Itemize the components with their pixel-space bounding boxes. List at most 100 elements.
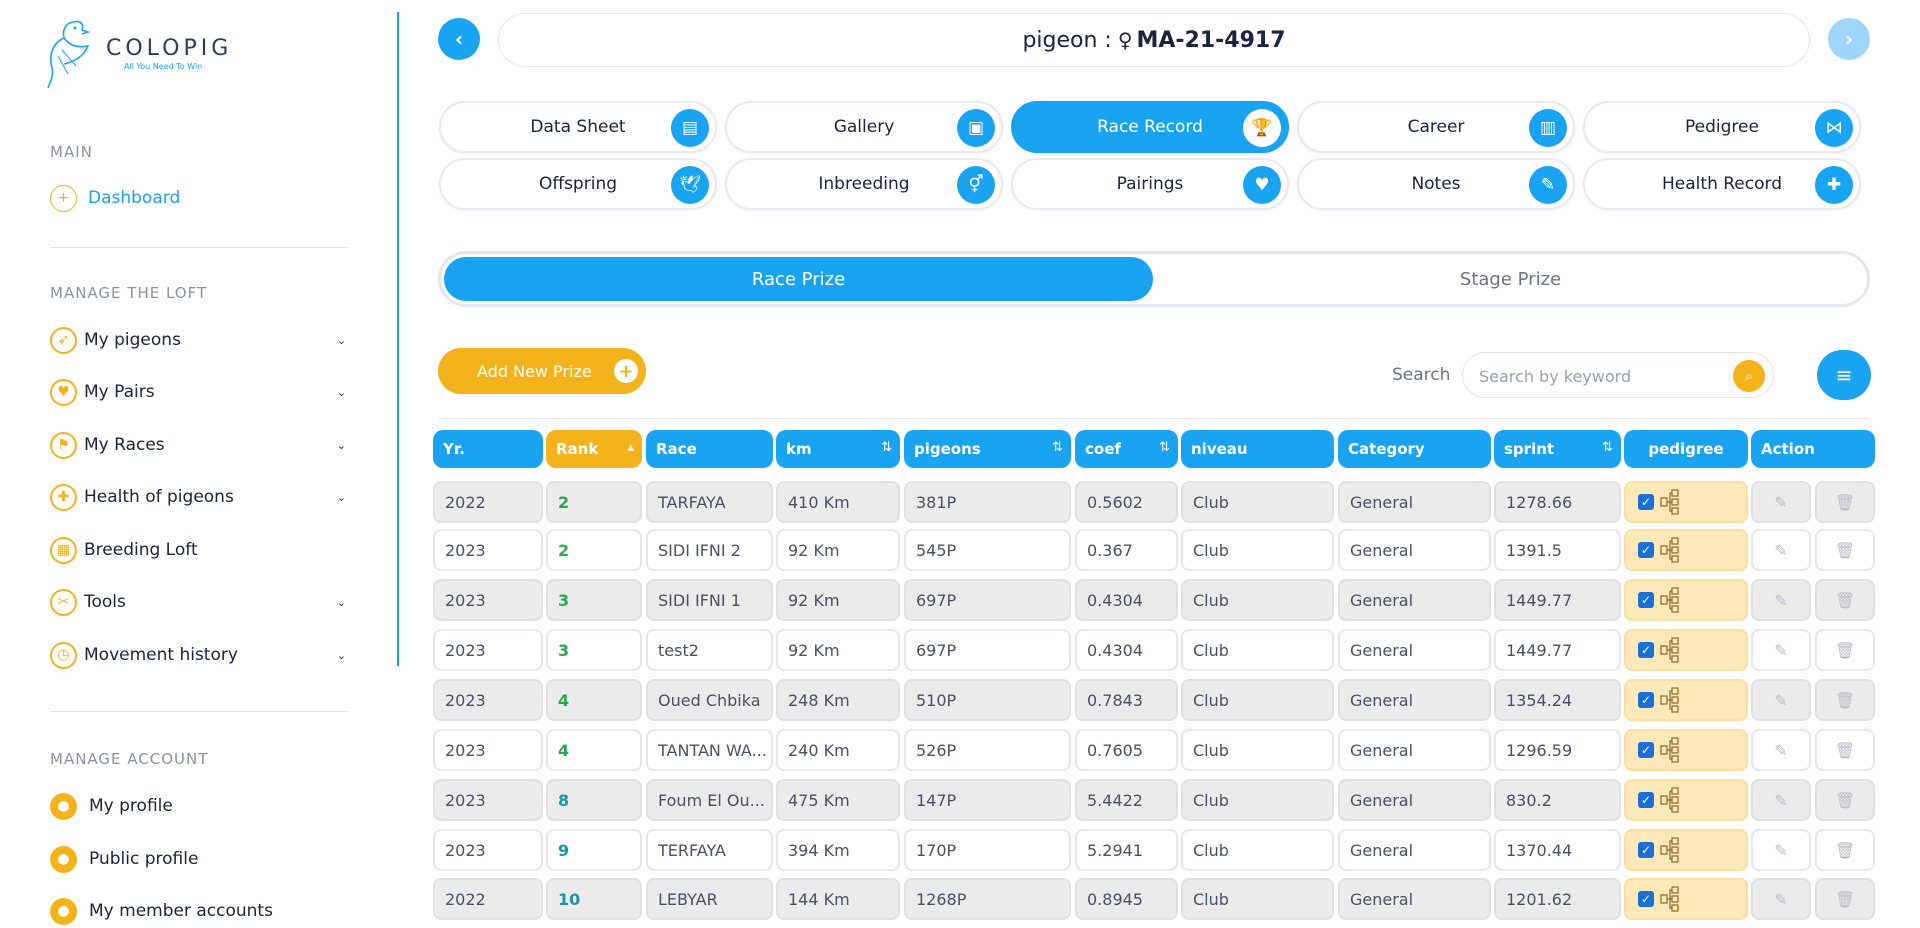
edit-button[interactable]: ✎ (1751, 579, 1811, 621)
column-header-sprint[interactable]: sprint ⇅ (1494, 430, 1621, 468)
pedigree-tree-icon[interactable] (1660, 587, 1680, 613)
delete-button[interactable]: 🗑 (1815, 829, 1875, 871)
tab-pedigree[interactable]: Pedigree ⋈ (1583, 101, 1861, 153)
pencil-icon: ✎ (1774, 492, 1788, 512)
edit-button[interactable]: ✎ (1751, 878, 1811, 920)
delete-button[interactable]: 🗑 (1815, 878, 1875, 920)
cell-pedigree: ✓ (1624, 878, 1748, 920)
tab-pairings[interactable]: Pairings ♥ (1011, 158, 1289, 210)
cell-coef: 5.2941 (1075, 829, 1178, 871)
column-header-coef[interactable]: coef ⇅ (1075, 430, 1178, 468)
sidebar-item-label: Dashboard (88, 188, 181, 208)
next-pigeon-button[interactable]: › (1828, 18, 1870, 60)
pedigree-checkbox[interactable]: ✓ (1638, 792, 1654, 808)
tab-label: Notes (1411, 174, 1461, 194)
pedigree-checkbox[interactable]: ✓ (1638, 692, 1654, 708)
cell-race: Foum El Ou... (646, 779, 773, 821)
tab-career[interactable]: Career ▥ (1297, 101, 1575, 153)
sidebar-item-movement-history[interactable]: ◷ Movement history ⌄ (50, 638, 352, 672)
column-header-pigeons[interactable]: pigeons ⇅ (904, 430, 1071, 468)
stage-prize-tab[interactable]: Stage Prize (1156, 257, 1865, 301)
delete-button[interactable]: 🗑 (1815, 629, 1875, 671)
tab-health-record[interactable]: Health Record ✚ (1583, 158, 1861, 210)
column-header-rank[interactable]: Rank ▴ (546, 430, 642, 468)
menu-button[interactable]: ≡ (1817, 350, 1871, 400)
column-header-pedigree[interactable]: pedigree (1624, 430, 1748, 468)
tab-label: Pedigree (1685, 117, 1759, 137)
cell-race: TANTAN WA... (646, 729, 773, 771)
trophy-icon: 🏆 (1243, 109, 1281, 147)
column-header-km[interactable]: km ⇅ (776, 430, 900, 468)
search-icon[interactable]: ⌕ (1733, 360, 1765, 392)
column-header-action[interactable]: Action (1751, 430, 1875, 468)
search-input[interactable] (1479, 363, 1729, 389)
edit-button[interactable]: ✎ (1751, 529, 1811, 571)
column-header-niveau[interactable]: niveau (1181, 430, 1334, 468)
sidebar-item-my-races[interactable]: ⚑ My Races ⌄ (50, 428, 352, 462)
edit-button[interactable]: ✎ (1751, 629, 1811, 671)
cell-sprint: 1449.77 (1494, 579, 1621, 621)
pedigree-tree-icon[interactable] (1660, 737, 1680, 763)
sidebar-item-member-accounts[interactable]: ● My member accounts (50, 894, 352, 928)
sidebar-item-tools[interactable]: ✂ Tools ⌄ (50, 585, 352, 619)
race-prize-tab[interactable]: Race Prize (444, 257, 1153, 301)
pedigree-tree-icon[interactable] (1660, 489, 1680, 515)
header-label: Race (656, 440, 697, 458)
pedigree-checkbox[interactable]: ✓ (1638, 642, 1654, 658)
cell-rank: 3 (546, 629, 642, 671)
sidebar-item-my-pairs[interactable]: ♥ My Pairs ⌄ (50, 375, 352, 409)
sidebar-item-my-profile[interactable]: ● My profile (50, 789, 352, 823)
tools-icon: ✂ (50, 588, 77, 616)
edit-button[interactable]: ✎ (1751, 779, 1811, 821)
delete-button[interactable]: 🗑 (1815, 729, 1875, 771)
tab-race-record[interactable]: Race Record 🏆 (1011, 101, 1289, 153)
cell-pigeons: 1268P (904, 878, 1071, 920)
column-header-category[interactable]: Category (1338, 430, 1491, 468)
cell-sprint: 1449.77 (1494, 629, 1621, 671)
delete-button[interactable]: 🗑 (1815, 779, 1875, 821)
pedigree-tree-icon[interactable] (1660, 886, 1680, 912)
delete-button[interactable]: 🗑 (1815, 529, 1875, 571)
pedigree-checkbox[interactable]: ✓ (1638, 891, 1654, 907)
edit-button[interactable]: ✎ (1751, 679, 1811, 721)
column-header-race[interactable]: Race (646, 430, 773, 468)
pencil-icon: ✎ (1774, 840, 1788, 860)
tab-data-sheet[interactable]: Data Sheet ▤ (439, 101, 717, 153)
edit-button[interactable]: ✎ (1751, 481, 1811, 523)
edit-button[interactable]: ✎ (1751, 829, 1811, 871)
pedigree-checkbox[interactable]: ✓ (1638, 494, 1654, 510)
pedigree-tree-icon[interactable] (1660, 787, 1680, 813)
cell-pigeons: 526P (904, 729, 1071, 771)
pedigree-tree-icon[interactable] (1660, 837, 1680, 863)
delete-button[interactable]: 🗑 (1815, 481, 1875, 523)
previous-pigeon-button[interactable]: ‹ (438, 18, 480, 60)
tab-notes[interactable]: Notes ✎ (1297, 158, 1575, 210)
pedigree-checkbox[interactable]: ✓ (1638, 542, 1654, 558)
tab-gallery[interactable]: Gallery ▣ (725, 101, 1003, 153)
pedigree-tree-icon[interactable] (1660, 537, 1680, 563)
tab-inbreeding[interactable]: Inbreeding ⚥ (725, 158, 1003, 210)
sidebar-item-health[interactable]: ✚ Health of pigeons ⌄ (50, 480, 352, 514)
pedigree-checkbox[interactable]: ✓ (1638, 592, 1654, 608)
delete-button[interactable]: 🗑 (1815, 679, 1875, 721)
sidebar-item-breeding-loft[interactable]: ▦ Breeding Loft (50, 533, 352, 567)
pedigree-tree-icon[interactable] (1660, 637, 1680, 663)
edit-button[interactable]: ✎ (1751, 729, 1811, 771)
cell-pedigree: ✓ (1624, 629, 1748, 671)
sidebar-item-my-pigeons[interactable]: ➶ My pigeons ⌄ (50, 323, 352, 357)
chart-icon: ▥ (1529, 109, 1567, 147)
pedigree-checkbox[interactable]: ✓ (1638, 842, 1654, 858)
sidebar-item-dashboard[interactable]: + Dashboard (50, 181, 352, 215)
pedigree-tree-icon[interactable] (1660, 687, 1680, 713)
tab-offspring[interactable]: Offspring 🕊 (439, 158, 717, 210)
sidebar-item-public-profile[interactable]: ● Public profile (50, 842, 352, 876)
trash-icon: 🗑 (1834, 840, 1856, 860)
tab-label: Health Record (1662, 174, 1782, 194)
cell-yr: 2023 (433, 579, 543, 621)
app-logo[interactable]: COLOPIG All You Need To Win (44, 16, 232, 90)
add-new-prize-button[interactable]: Add New Prize + (438, 348, 646, 394)
pedigree-checkbox[interactable]: ✓ (1638, 742, 1654, 758)
column-header-yr[interactable]: Yr. (433, 430, 543, 468)
cell-rank: 10 (546, 878, 642, 920)
delete-button[interactable]: 🗑 (1815, 579, 1875, 621)
